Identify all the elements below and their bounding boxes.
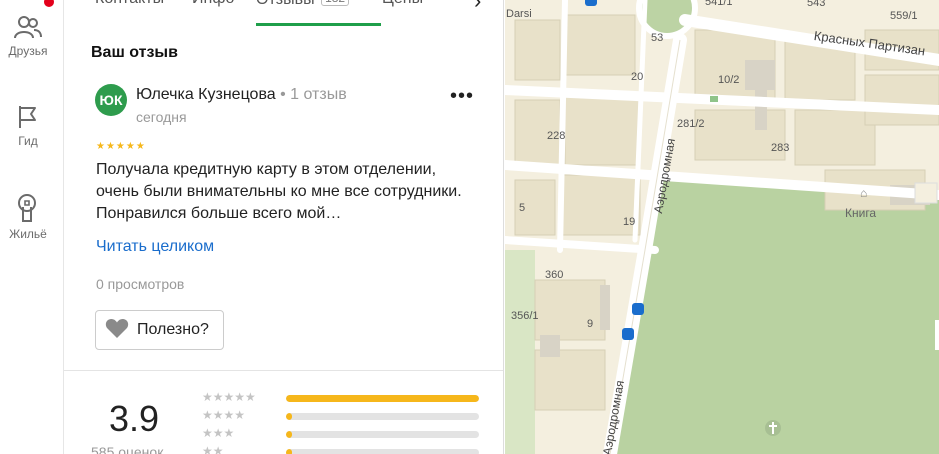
section-divider [64,370,503,371]
flag-icon [0,104,56,130]
histogram-track [286,413,479,420]
heart-icon [105,317,137,344]
map-label: 228 [547,130,566,142]
active-tab-indicator [256,23,381,26]
map-label: 9 [587,318,594,330]
map-label: 356/1 [511,310,539,322]
rail-label-friends: Друзья [8,44,48,58]
tabs-next-chevron-icon[interactable]: › [474,0,481,14]
tab-reviews[interactable]: Отзывы 182 [256,0,350,9]
rail-item-housing[interactable]: Жильё [0,193,56,241]
review-date: сегодня [136,109,187,125]
histogram-stars: ★★ [202,444,224,454]
rail-item-friends[interactable]: Друзья [0,14,56,58]
map-label: 543 [807,0,826,9]
read-more-link[interactable]: Читать целиком [96,238,214,256]
rail-label-housing: Жильё [9,227,47,241]
useful-label: Полезно? [137,321,209,338]
housing-icon [0,193,56,223]
histogram-stars: ★★★ [202,426,235,440]
tab-info[interactable]: Инфо [192,0,234,8]
author-review-count: • 1 отзыв [275,86,347,103]
histogram-fill [286,431,292,438]
friends-icon [0,14,56,40]
more-options-button[interactable]: ••• [450,86,474,106]
histogram-row-4: ★★★★ [202,408,482,422]
histogram-fill [286,413,292,420]
map-label: 283 [771,142,790,154]
avatar[interactable]: ЮК [95,84,127,116]
map-label-poi: Книга [845,206,877,220]
map-label: 281/2 [677,118,705,130]
tab-contacts[interactable]: Контакты [95,0,164,8]
histogram-stars: ★★★★★ [202,390,256,404]
histogram-fill [286,395,479,402]
histogram-stars: ★★★★ [202,408,246,422]
histogram-row-3: ★★★ [202,426,482,440]
org-panel: Контакты Инфо Отзывы 182 Цены › Ваш отзы… [64,0,504,454]
rail-label-guide: Гид [18,134,38,148]
review-text: Получала кредитную карту в этом отделени… [96,161,462,222]
rating-value: 3.9 [109,398,160,439]
rail-item-guide[interactable]: Гид [0,104,56,148]
map-view[interactable]: Darsi 53 541/1 543 559/1 Красных Партиза… [505,0,939,454]
left-rail: Друзья Гид Жильё [0,0,64,454]
section-title: Ваш отзыв [91,44,178,61]
reviews-count-badge: 182 [321,0,350,6]
map-label: 559/1 [890,10,918,22]
review-stars: ★★★★★ [96,141,146,152]
tab-prices[interactable]: Цены [382,0,423,8]
map-label: 19 [623,216,636,228]
map-label: 541/1 [705,0,733,8]
histogram-row-5: ★★★★★ [202,390,482,404]
review-author[interactable]: Юлечка Кузнецова • 1 отзыв [136,86,347,104]
tab-reviews-label: Отзывы [256,0,315,8]
notification-dot [44,0,54,7]
map-label: 10/2 [718,74,740,86]
rating-count: 585 оценок [91,444,164,454]
map-label: 53 [651,32,664,44]
histogram-row-2: ★★ [202,444,482,454]
map-label: 20 [631,71,644,83]
tab-bar: Контакты Инфо Отзывы 182 Цены › [64,0,503,26]
histogram-track [286,449,479,454]
histogram-track [286,395,479,402]
map-label: 5 [519,202,526,214]
author-name[interactable]: Юлечка Кузнецова [136,86,276,103]
map-poi-icon: ⌂ [860,186,868,200]
useful-button[interactable]: Полезно? [95,310,224,350]
map-label: Darsi [506,8,532,20]
map-label: 360 [545,269,564,281]
map-canvas [505,0,939,454]
histogram-fill [286,449,292,454]
histogram-track [286,431,479,438]
views-count: 0 просмотров [96,276,185,292]
